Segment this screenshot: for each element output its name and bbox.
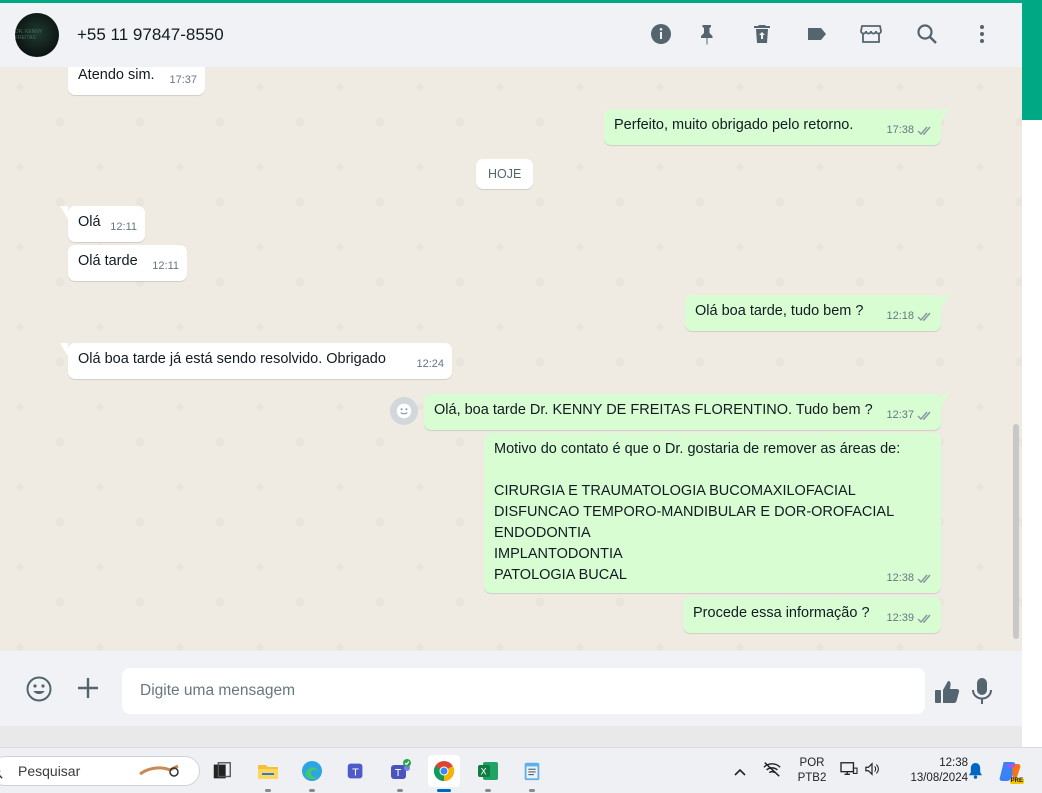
message-text: Olá: [78, 214, 101, 230]
delete-icon[interactable]: [749, 21, 775, 47]
edge-app[interactable]: [296, 755, 328, 792]
message-time: 12:39: [886, 612, 914, 624]
menu-icon[interactable]: [969, 21, 995, 47]
running-indicator: [437, 789, 451, 792]
message-line: DISFUNCAO TEMPORO-MANDIBULAR E DOR-OROFA…: [494, 504, 895, 520]
message-time: 12:18: [886, 310, 914, 322]
language-top: POR: [799, 757, 825, 769]
message-text: Atendo sim.: [78, 67, 155, 83]
message-text: Procede essa informação ?: [693, 605, 870, 621]
window-side-accent: [1022, 3, 1042, 120]
message-time: 12:24: [416, 358, 444, 370]
message-line: Motivo do contato é que o Dr. gostaria d…: [494, 441, 901, 457]
message-outgoing-multiline[interactable]: Motivo do contato é que o Dr. gostaria d…: [484, 433, 941, 593]
chevron-up-icon[interactable]: [733, 764, 747, 782]
copilot-badge: PRE: [1009, 778, 1024, 784]
display-icon[interactable]: [840, 761, 858, 782]
contact-name[interactable]: +55 11 97847-8550: [77, 25, 224, 45]
message-incoming[interactable]: Olá boa tarde já está sendo resolvido. O…: [60, 343, 452, 379]
message-outgoing[interactable]: Olá, boa tarde Dr. KENNY DE FREITAS FLOR…: [424, 394, 949, 430]
label-icon[interactable]: [804, 21, 830, 47]
teams-app[interactable]: T: [384, 755, 416, 792]
running-indicator: [309, 789, 315, 792]
message-time: 17:37: [169, 74, 197, 86]
window-side-panel: [1022, 120, 1042, 747]
message-text: Perfeito, muito obrigado pelo retorno.: [614, 117, 854, 133]
double-check-icon: [917, 126, 931, 136]
date-divider: HOJE: [476, 159, 534, 189]
message-text: Olá tarde: [78, 253, 138, 269]
message-time: 12:38: [886, 572, 914, 584]
double-check-icon: [917, 574, 931, 584]
pin-icon[interactable]: [694, 21, 720, 47]
teams-work-app[interactable]: T: [340, 755, 372, 787]
running-indicator: [529, 789, 535, 792]
double-check-icon: [917, 614, 931, 624]
emoji-icon[interactable]: [25, 675, 53, 703]
taskbar-clock[interactable]: 12:38 13/08/2024: [890, 756, 968, 786]
running-indicator: [265, 789, 271, 792]
network-offline-icon[interactable]: [762, 760, 782, 783]
svg-text:T: T: [351, 768, 359, 779]
message-time: 12:11: [110, 221, 137, 233]
message-text: Olá boa tarde, tudo bem ?: [695, 303, 864, 319]
language-indicator[interactable]: POR PTB2: [797, 756, 827, 786]
message-text: Olá boa tarde já está sendo resolvido. O…: [78, 351, 386, 367]
notepad-app[interactable]: [516, 755, 548, 792]
search-icon[interactable]: [914, 21, 940, 47]
chrome-app[interactable]: [428, 755, 460, 792]
clock-date: 13/08/2024: [910, 772, 968, 784]
catalog-icon[interactable]: [858, 21, 884, 47]
double-check-icon: [917, 411, 931, 421]
file-explorer-app[interactable]: [252, 755, 284, 792]
message-line: PATOLOGIA BUCAL: [494, 567, 627, 583]
message-outgoing[interactable]: Procede essa informação ? 12:39: [683, 597, 941, 633]
svg-text:X: X: [481, 768, 487, 778]
message-outgoing[interactable]: Perfeito, muito obrigado pelo retorno. 1…: [604, 109, 949, 145]
message-input[interactable]: [122, 668, 925, 714]
svg-text:T: T: [394, 768, 402, 779]
message-line: CIRURGIA E TRAUMATOLOGIA BUCOMAXILOFACIA…: [494, 483, 856, 499]
search-highlight-icon: [139, 764, 179, 777]
message-incoming[interactable]: Olá 12:11: [60, 206, 145, 242]
task-view-app[interactable]: [206, 755, 238, 787]
plus-icon[interactable]: [75, 675, 101, 701]
avatar-text: DR. KENNY FREITAS: [15, 29, 43, 41]
message-incoming[interactable]: Atendo sim. 17:37: [68, 67, 205, 95]
message-time: 17:38: [886, 124, 914, 136]
chat-header: DR. KENNY FREITAS +55 11 97847-8550: [0, 3, 1022, 67]
notification-bell-icon[interactable]: [968, 762, 983, 784]
chat-scrollbar[interactable]: [1013, 424, 1019, 639]
message-line: IMPLANTODONTIA: [494, 546, 623, 562]
microphone-icon[interactable]: [970, 676, 994, 706]
message-composer: [0, 651, 1022, 726]
message-line-blank: [494, 460, 931, 481]
message-time: 12:37: [886, 409, 914, 421]
message-incoming[interactable]: Olá tarde 12:11: [68, 245, 187, 281]
contact-avatar[interactable]: DR. KENNY FREITAS: [15, 13, 59, 57]
message-line: ENDODONTIA: [494, 525, 591, 541]
chat-area[interactable]: Atendo sim. 17:37 Perfeito, muito obriga…: [0, 67, 1022, 651]
message-time: 12:11: [152, 260, 179, 272]
running-indicator: [397, 789, 403, 792]
language-bottom: PTB2: [797, 772, 827, 784]
copilot-icon[interactable]: PRE: [998, 758, 1024, 784]
windows-taskbar: Pesquisar T T X POR PTB2 12:38 13/08/202…: [0, 747, 1042, 793]
clock-time: 12:38: [939, 757, 968, 769]
excel-app[interactable]: X: [472, 755, 504, 792]
message-text: Olá, boa tarde Dr. KENNY DE FREITAS FLOR…: [434, 402, 873, 418]
message-outgoing[interactable]: Olá boa tarde, tudo bem ? 12:18: [685, 295, 949, 331]
info-icon[interactable]: [648, 21, 674, 47]
search-icon: [0, 769, 3, 779]
double-check-icon: [917, 312, 931, 322]
search-label: Pesquisar: [18, 763, 81, 779]
taskbar-search[interactable]: Pesquisar: [0, 756, 200, 786]
volume-icon[interactable]: [864, 762, 880, 781]
thumbs-up-icon[interactable]: [933, 678, 961, 706]
running-indicator: [485, 789, 491, 792]
react-emoji-icon[interactable]: [390, 397, 418, 425]
